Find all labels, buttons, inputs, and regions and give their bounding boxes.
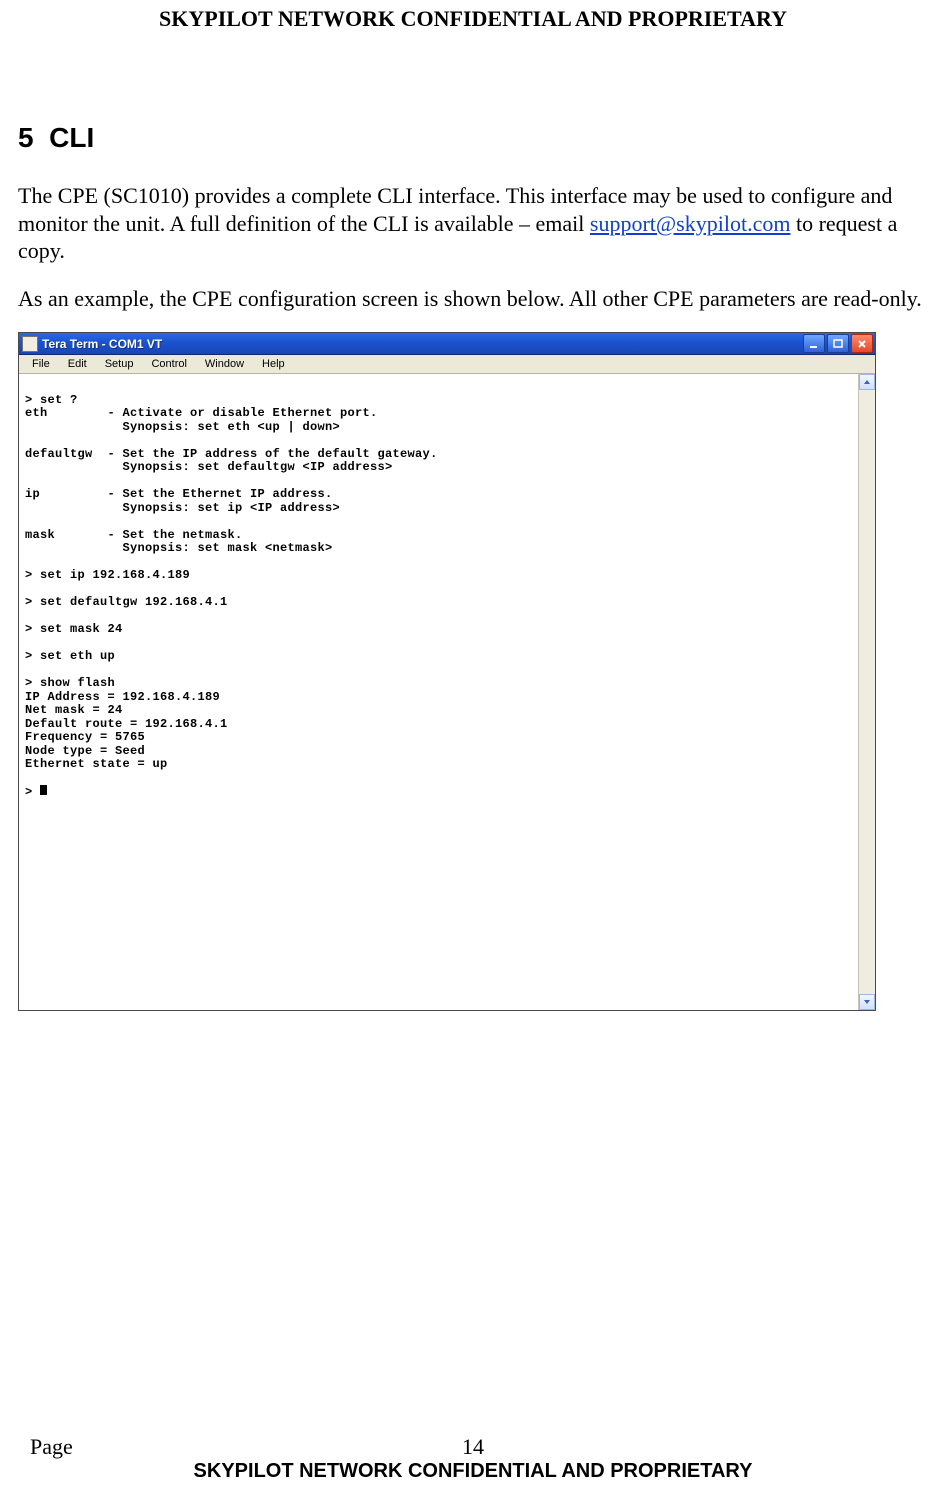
window-title: Tera Term - COM1 VT xyxy=(42,337,162,351)
intro-paragraph-2: As an example, the CPE configuration scr… xyxy=(18,285,928,313)
vertical-scrollbar[interactable] xyxy=(858,374,875,1010)
menu-window[interactable]: Window xyxy=(196,357,253,371)
section-heading: 5 CLI xyxy=(18,122,928,154)
page-footer: Page 14 SKYPILOT NETWORK CONFIDENTIAL AN… xyxy=(0,1434,946,1483)
scroll-track[interactable] xyxy=(859,390,875,994)
close-button[interactable] xyxy=(851,334,873,353)
maximize-button[interactable] xyxy=(827,334,849,353)
terminal-output[interactable]: > set ? eth - Activate or disable Ethern… xyxy=(19,374,858,1010)
header-banner: SKYPILOT NETWORK CONFIDENTIAL AND PROPRI… xyxy=(18,0,928,32)
menu-bar: File Edit Setup Control Window Help xyxy=(19,355,875,374)
cursor-icon xyxy=(40,785,47,795)
menu-control[interactable]: Control xyxy=(142,357,195,371)
support-email-link[interactable]: support@skypilot.com xyxy=(590,211,791,236)
window-titlebar[interactable]: Tera Term - COM1 VT xyxy=(19,333,875,355)
footer-banner: SKYPILOT NETWORK CONFIDENTIAL AND PROPRI… xyxy=(0,1460,946,1483)
section-title-text: CLI xyxy=(49,122,94,153)
scroll-up-button[interactable] xyxy=(859,374,875,390)
menu-file[interactable]: File xyxy=(23,357,59,371)
section-number: 5 xyxy=(18,122,34,153)
menu-setup[interactable]: Setup xyxy=(96,357,143,371)
terminal-window: Tera Term - COM1 VT File Edit Setup Cont… xyxy=(18,332,876,1011)
scroll-down-button[interactable] xyxy=(859,994,875,1010)
footer-page-number: 14 xyxy=(462,1434,484,1460)
app-icon xyxy=(22,336,38,352)
intro-paragraph-1: The CPE (SC1010) provides a complete CLI… xyxy=(18,182,928,265)
menu-edit[interactable]: Edit xyxy=(59,357,96,371)
minimize-button[interactable] xyxy=(803,334,825,353)
menu-help[interactable]: Help xyxy=(253,357,294,371)
footer-page-label: Page xyxy=(30,1434,73,1460)
